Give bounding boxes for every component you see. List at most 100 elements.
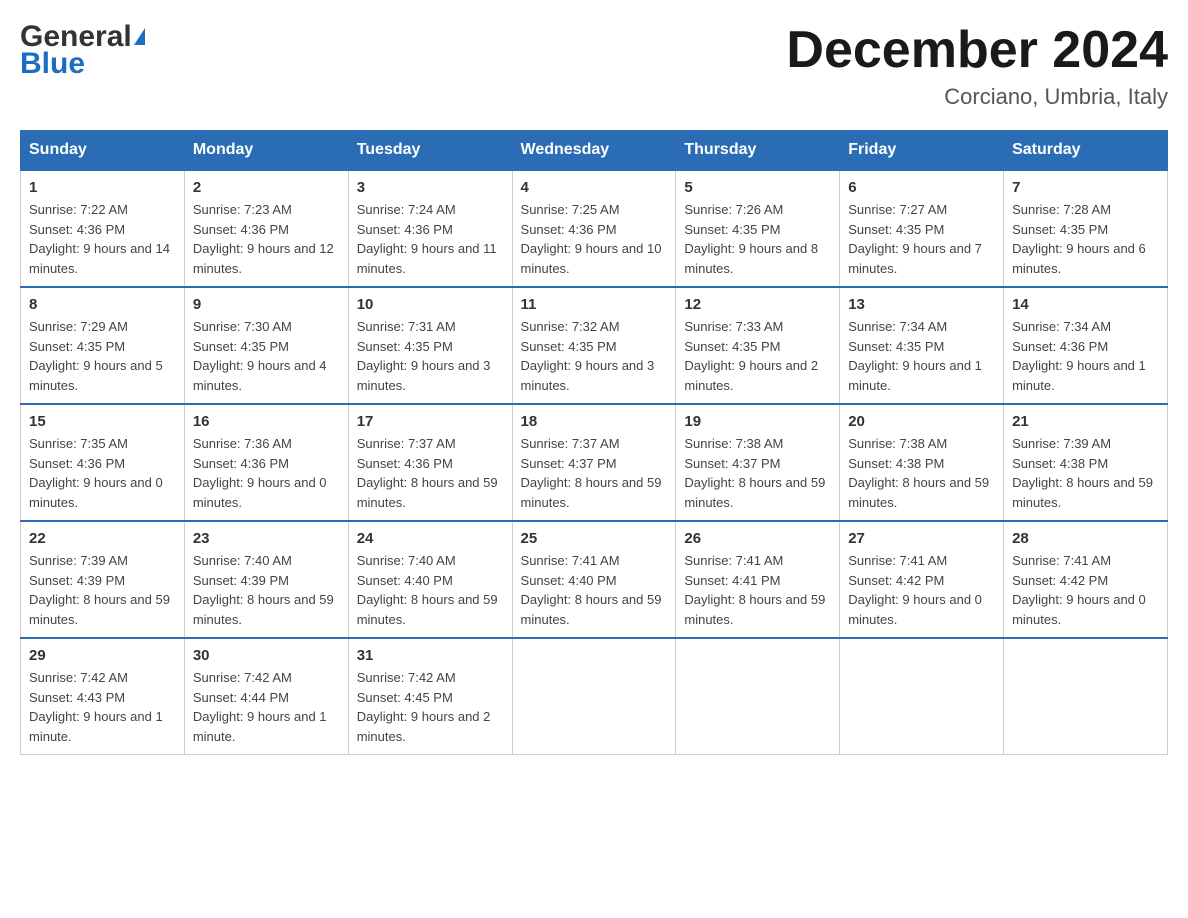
day-info: Sunrise: 7:25 AMSunset: 4:36 PMDaylight:… — [521, 200, 668, 278]
table-cell: 9 Sunrise: 7:30 AMSunset: 4:35 PMDaylight… — [184, 287, 348, 404]
table-cell: 15Sunrise: 7:35 AMSunset: 4:36 PMDayligh… — [21, 404, 185, 521]
day-info: Sunrise: 7:42 AMSunset: 4:45 PMDaylight:… — [357, 668, 504, 746]
day-number: 27 — [848, 530, 995, 547]
table-cell: 2Sunrise: 7:23 AMSunset: 4:36 PMDaylight… — [184, 170, 348, 287]
day-number: 10 — [357, 296, 504, 313]
calendar-header-row: Sunday Monday Tuesday Wednesday Thursday… — [21, 131, 1168, 171]
day-info: Sunrise: 7:28 AMSunset: 4:35 PMDaylight:… — [1012, 200, 1159, 278]
day-number: 23 — [193, 530, 340, 547]
day-info: Sunrise: 7:33 AMSunset: 4:35 PMDaylight:… — [684, 317, 831, 395]
col-friday: Friday — [840, 131, 1004, 171]
table-cell — [1004, 638, 1168, 755]
week-row-3: 15Sunrise: 7:35 AMSunset: 4:36 PMDayligh… — [21, 404, 1168, 521]
table-cell: 19 Sunrise: 7:38 AMSunset: 4:37 PMDayligh… — [676, 404, 840, 521]
table-cell: 8Sunrise: 7:29 AMSunset: 4:35 PMDaylight… — [21, 287, 185, 404]
day-number: 21 — [1012, 413, 1159, 430]
day-info: Sunrise: 7:27 AMSunset: 4:35 PMDaylight:… — [848, 200, 995, 278]
table-cell: 4 Sunrise: 7:25 AMSunset: 4:36 PMDaylight… — [512, 170, 676, 287]
day-info: Sunrise: 7:36 AMSunset: 4:36 PMDaylight:… — [193, 434, 340, 512]
table-cell: 28 Sunrise: 7:41 AMSunset: 4:42 PMDayligh… — [1004, 521, 1168, 638]
day-number: 4 — [521, 179, 668, 196]
table-cell: 11 Sunrise: 7:32 AMSunset: 4:35 PMDayligh… — [512, 287, 676, 404]
day-info: Sunrise: 7:24 AMSunset: 4:36 PMDaylight:… — [357, 200, 504, 278]
title-section: December 2024 Corciano, Umbria, Italy — [786, 20, 1168, 110]
day-info: Sunrise: 7:42 AMSunset: 4:43 PMDaylight:… — [29, 668, 176, 746]
day-info: Sunrise: 7:41 AMSunset: 4:41 PMDaylight:… — [684, 551, 831, 629]
day-number: 28 — [1012, 530, 1159, 547]
day-number: 3 — [357, 179, 504, 196]
table-cell — [676, 638, 840, 755]
table-cell: 26 Sunrise: 7:41 AMSunset: 4:41 PMDayligh… — [676, 521, 840, 638]
table-cell: 24 Sunrise: 7:40 AMSunset: 4:40 PMDayligh… — [348, 521, 512, 638]
day-number: 17 — [357, 413, 504, 430]
day-number: 26 — [684, 530, 831, 547]
day-number: 6 — [848, 179, 995, 196]
table-cell: 23Sunrise: 7:40 AMSunset: 4:39 PMDayligh… — [184, 521, 348, 638]
table-cell: 3 Sunrise: 7:24 AMSunset: 4:36 PMDaylight… — [348, 170, 512, 287]
col-sunday: Sunday — [21, 131, 185, 171]
table-cell: 14Sunrise: 7:34 AMSunset: 4:36 PMDayligh… — [1004, 287, 1168, 404]
day-info: Sunrise: 7:34 AMSunset: 4:35 PMDaylight:… — [848, 317, 995, 395]
day-number: 14 — [1012, 296, 1159, 313]
location-text: Corciano, Umbria, Italy — [786, 84, 1168, 110]
table-cell: 12Sunrise: 7:33 AMSunset: 4:35 PMDayligh… — [676, 287, 840, 404]
table-cell: 21Sunrise: 7:39 AMSunset: 4:38 PMDayligh… — [1004, 404, 1168, 521]
logo: General Blue — [20, 20, 145, 80]
table-cell: 27 Sunrise: 7:41 AMSunset: 4:42 PMDayligh… — [840, 521, 1004, 638]
day-number: 20 — [848, 413, 995, 430]
day-info: Sunrise: 7:37 AMSunset: 4:37 PMDaylight:… — [521, 434, 668, 512]
table-cell: 17 Sunrise: 7:37 AMSunset: 4:36 PMDayligh… — [348, 404, 512, 521]
table-cell: 22 Sunrise: 7:39 AMSunset: 4:39 PMDayligh… — [21, 521, 185, 638]
table-cell: 10 Sunrise: 7:31 AMSunset: 4:35 PMDayligh… — [348, 287, 512, 404]
day-info: Sunrise: 7:40 AMSunset: 4:40 PMDaylight:… — [357, 551, 504, 629]
day-info: Sunrise: 7:39 AMSunset: 4:39 PMDaylight:… — [29, 551, 176, 629]
day-number: 18 — [521, 413, 668, 430]
day-info: Sunrise: 7:41 AMSunset: 4:40 PMDaylight:… — [521, 551, 668, 629]
day-number: 22 — [29, 530, 176, 547]
day-info: Sunrise: 7:30 AMSunset: 4:35 PMDaylight:… — [193, 317, 340, 395]
table-cell: 1 Sunrise: 7:22 AMSunset: 4:36 PMDaylight… — [21, 170, 185, 287]
col-wednesday: Wednesday — [512, 131, 676, 171]
calendar-table: Sunday Monday Tuesday Wednesday Thursday… — [20, 130, 1168, 755]
table-cell: 20 Sunrise: 7:38 AMSunset: 4:38 PMDayligh… — [840, 404, 1004, 521]
day-info: Sunrise: 7:41 AMSunset: 4:42 PMDaylight:… — [848, 551, 995, 629]
day-info: Sunrise: 7:22 AMSunset: 4:36 PMDaylight:… — [29, 200, 176, 278]
table-cell — [512, 638, 676, 755]
day-number: 11 — [521, 296, 668, 313]
day-info: Sunrise: 7:37 AMSunset: 4:36 PMDaylight:… — [357, 434, 504, 512]
day-number: 1 — [29, 179, 176, 196]
table-cell: 29 Sunrise: 7:42 AMSunset: 4:43 PMDayligh… — [21, 638, 185, 755]
day-number: 2 — [193, 179, 340, 196]
week-row-1: 1 Sunrise: 7:22 AMSunset: 4:36 PMDaylight… — [21, 170, 1168, 287]
day-info: Sunrise: 7:31 AMSunset: 4:35 PMDaylight:… — [357, 317, 504, 395]
day-number: 9 — [193, 296, 340, 313]
col-saturday: Saturday — [1004, 131, 1168, 171]
day-number: 5 — [684, 179, 831, 196]
week-row-5: 29 Sunrise: 7:42 AMSunset: 4:43 PMDayligh… — [21, 638, 1168, 755]
table-cell: 16 Sunrise: 7:36 AMSunset: 4:36 PMDayligh… — [184, 404, 348, 521]
logo-triangle-icon — [134, 28, 145, 45]
day-info: Sunrise: 7:38 AMSunset: 4:38 PMDaylight:… — [848, 434, 995, 512]
day-info: Sunrise: 7:26 AMSunset: 4:35 PMDaylight:… — [684, 200, 831, 278]
day-number: 24 — [357, 530, 504, 547]
day-info: Sunrise: 7:41 AMSunset: 4:42 PMDaylight:… — [1012, 551, 1159, 629]
day-info: Sunrise: 7:42 AMSunset: 4:44 PMDaylight:… — [193, 668, 340, 746]
day-info: Sunrise: 7:38 AMSunset: 4:37 PMDaylight:… — [684, 434, 831, 512]
day-number: 16 — [193, 413, 340, 430]
month-title: December 2024 — [786, 20, 1168, 80]
page-header: General Blue December 2024 Corciano, Umb… — [20, 20, 1168, 110]
day-number: 29 — [29, 647, 176, 664]
table-cell: 18 Sunrise: 7:37 AMSunset: 4:37 PMDayligh… — [512, 404, 676, 521]
day-number: 13 — [848, 296, 995, 313]
day-number: 25 — [521, 530, 668, 547]
col-monday: Monday — [184, 131, 348, 171]
table-cell: 7Sunrise: 7:28 AMSunset: 4:35 PMDaylight… — [1004, 170, 1168, 287]
day-info: Sunrise: 7:35 AMSunset: 4:36 PMDaylight:… — [29, 434, 176, 512]
day-info: Sunrise: 7:32 AMSunset: 4:35 PMDaylight:… — [521, 317, 668, 395]
col-tuesday: Tuesday — [348, 131, 512, 171]
day-number: 19 — [684, 413, 831, 430]
day-info: Sunrise: 7:29 AMSunset: 4:35 PMDaylight:… — [29, 317, 176, 395]
table-cell: 5 Sunrise: 7:26 AMSunset: 4:35 PMDaylight… — [676, 170, 840, 287]
table-cell — [840, 638, 1004, 755]
week-row-2: 8Sunrise: 7:29 AMSunset: 4:35 PMDaylight… — [21, 287, 1168, 404]
